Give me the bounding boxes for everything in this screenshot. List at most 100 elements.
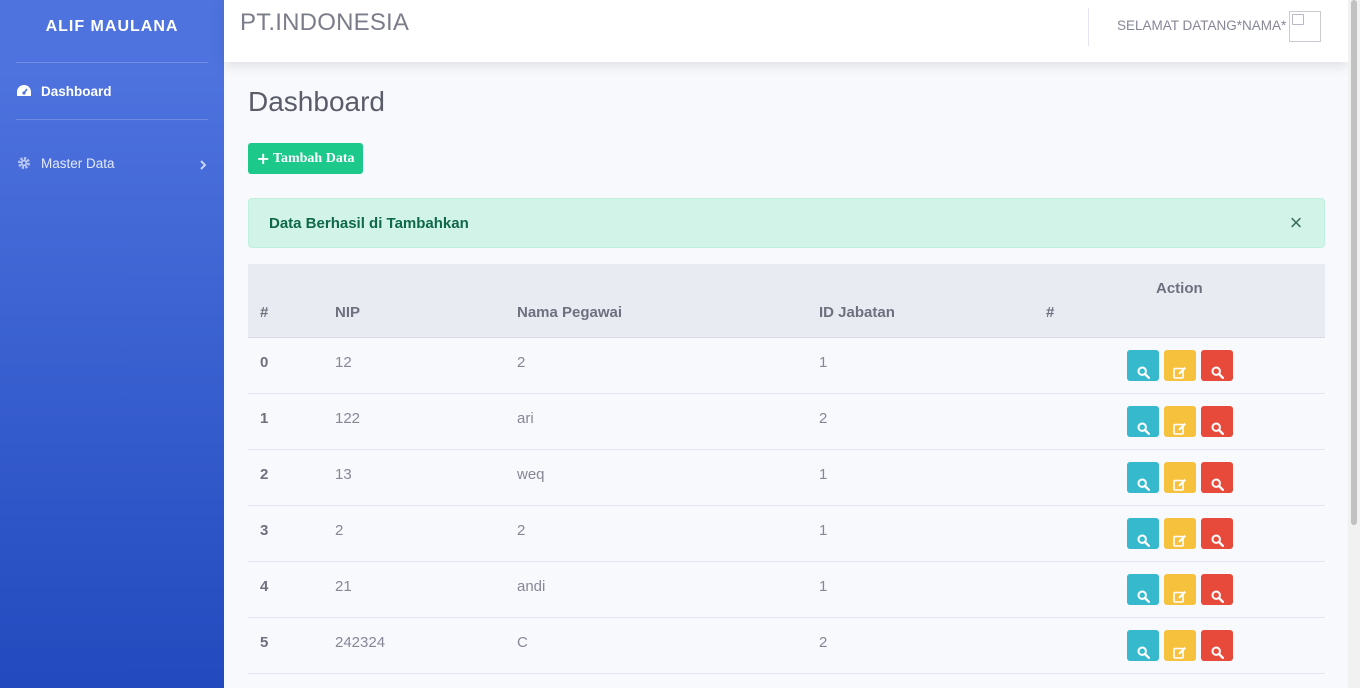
row-actions bbox=[1127, 350, 1233, 381]
edit-button[interactable] bbox=[1164, 518, 1196, 549]
chevron-right-icon bbox=[198, 158, 208, 170]
header-id-jabatan: ID Jabatan bbox=[819, 304, 895, 321]
scrollbar[interactable] bbox=[1348, 0, 1360, 688]
view-button[interactable] bbox=[1127, 350, 1159, 381]
sidebar: ALIF MAULANA Dashboard Master Data bbox=[0, 0, 224, 688]
cell-number: 4 bbox=[260, 578, 269, 595]
table-row: 0 12 2 1 bbox=[248, 338, 1325, 394]
edit-icon bbox=[1173, 366, 1187, 383]
edit-icon bbox=[1173, 478, 1187, 495]
topbar: PT.INDONESIA SELAMAT DATANG*NAMA* bbox=[224, 0, 1348, 62]
cell-nama-pegawai: ari bbox=[517, 410, 534, 427]
cell-nip: 122 bbox=[335, 410, 361, 427]
cell-id-jabatan: 2 bbox=[819, 410, 828, 427]
cell-id-jabatan: 1 bbox=[819, 578, 828, 595]
cell-nip: 242324 bbox=[335, 634, 386, 651]
edit-icon bbox=[1173, 646, 1187, 663]
header-nama-pegawai: Nama Pegawai bbox=[517, 304, 623, 321]
sidebar-divider bbox=[16, 119, 208, 120]
view-button[interactable] bbox=[1127, 630, 1159, 661]
edit-button[interactable] bbox=[1164, 574, 1196, 605]
cell-number: 5 bbox=[260, 634, 269, 651]
search-icon bbox=[1136, 590, 1150, 607]
table-row: 3 2 2 1 bbox=[248, 506, 1325, 562]
plus-icon: + bbox=[256, 149, 270, 168]
search-icon bbox=[1136, 422, 1150, 439]
delete-button[interactable] bbox=[1201, 574, 1233, 605]
delete-button[interactable] bbox=[1201, 630, 1233, 661]
sidebar-brand[interactable]: ALIF MAULANA bbox=[0, 0, 224, 53]
page-title: Dashboard bbox=[248, 86, 385, 117]
cell-nip: 12 bbox=[335, 354, 352, 371]
gear-icon bbox=[16, 155, 32, 171]
edit-button[interactable] bbox=[1164, 406, 1196, 437]
cell-nama-pegawai: 2 bbox=[517, 522, 526, 539]
cell-number: 0 bbox=[260, 354, 269, 371]
search-icon bbox=[1210, 478, 1224, 495]
close-icon[interactable]: × bbox=[1286, 212, 1306, 234]
sidebar-item-dashboard[interactable]: Dashboard bbox=[0, 63, 224, 119]
search-icon bbox=[1136, 646, 1150, 663]
edit-icon bbox=[1173, 422, 1187, 439]
cell-nip: 13 bbox=[335, 466, 352, 483]
table-row: 1 122 ari 2 bbox=[248, 394, 1325, 450]
cell-id-jabatan: 1 bbox=[819, 522, 828, 539]
delete-button[interactable] bbox=[1201, 406, 1233, 437]
cell-nama-pegawai: weq bbox=[517, 466, 545, 483]
search-icon bbox=[1136, 534, 1150, 551]
edit-button[interactable] bbox=[1164, 350, 1196, 381]
alert-message: Data Berhasil di Tambahkan bbox=[269, 214, 469, 232]
table-header: # NIP Nama Pegawai ID Jabatan # Action bbox=[248, 264, 1325, 338]
view-button[interactable] bbox=[1127, 574, 1159, 605]
search-icon bbox=[1210, 366, 1224, 383]
cell-id-jabatan: 2 bbox=[819, 634, 828, 651]
sidebar-item-label: Master Data bbox=[41, 155, 115, 171]
cell-nip: 21 bbox=[335, 578, 352, 595]
view-button[interactable] bbox=[1127, 518, 1159, 549]
header-nip: NIP bbox=[335, 304, 361, 321]
avatar[interactable] bbox=[1289, 11, 1321, 42]
header-number: # bbox=[260, 304, 269, 321]
table-body: 0 12 2 1 1 122 ari 2 2 13 weq 1 3 2 2 1 4 21 andi 1 5 242324 C… bbox=[248, 338, 1325, 674]
table-row: 4 21 andi 1 bbox=[248, 562, 1325, 618]
cell-number: 2 bbox=[260, 466, 269, 483]
search-icon bbox=[1136, 366, 1150, 383]
edit-icon bbox=[1173, 590, 1187, 607]
cell-number: 3 bbox=[260, 522, 269, 539]
tachometer-icon bbox=[16, 83, 32, 99]
row-actions bbox=[1127, 406, 1233, 437]
search-icon bbox=[1210, 590, 1224, 607]
cell-id-jabatan: 1 bbox=[819, 466, 828, 483]
search-icon bbox=[1136, 478, 1150, 495]
table-row: 5 242324 C 2 bbox=[248, 618, 1325, 674]
add-data-label: Tambah Data bbox=[272, 150, 355, 166]
edit-button[interactable] bbox=[1164, 630, 1196, 661]
row-actions bbox=[1127, 574, 1233, 605]
cell-nama-pegawai: 2 bbox=[517, 354, 526, 371]
row-actions bbox=[1127, 462, 1233, 493]
add-data-button[interactable]: + Tambah Data bbox=[248, 143, 363, 174]
scrollbar-thumb[interactable] bbox=[1351, 0, 1357, 525]
sidebar-item-master-data[interactable]: Master Data bbox=[0, 136, 224, 190]
search-icon bbox=[1210, 422, 1224, 439]
sidebar-item-label: Dashboard bbox=[41, 83, 112, 99]
edit-button[interactable] bbox=[1164, 462, 1196, 493]
view-button[interactable] bbox=[1127, 406, 1159, 437]
view-button[interactable] bbox=[1127, 462, 1159, 493]
row-actions bbox=[1127, 518, 1233, 549]
edit-icon bbox=[1173, 534, 1187, 551]
employee-table: # NIP Nama Pegawai ID Jabatan # Action 0… bbox=[248, 264, 1325, 674]
cell-id-jabatan: 1 bbox=[819, 354, 828, 371]
row-actions bbox=[1127, 630, 1233, 661]
welcome-text[interactable]: SELAMAT DATANG*NAMA* bbox=[1117, 18, 1286, 33]
topbar-divider bbox=[1088, 8, 1089, 46]
delete-button[interactable] bbox=[1201, 518, 1233, 549]
search-icon bbox=[1210, 534, 1224, 551]
header-hash: # bbox=[1046, 304, 1055, 321]
company-name: PT.INDONESIA bbox=[240, 9, 410, 36]
delete-button[interactable] bbox=[1201, 462, 1233, 493]
cell-nip: 2 bbox=[335, 522, 344, 539]
cell-number: 1 bbox=[260, 410, 269, 427]
header-action: Action bbox=[1156, 280, 1203, 297]
delete-button[interactable] bbox=[1201, 350, 1233, 381]
